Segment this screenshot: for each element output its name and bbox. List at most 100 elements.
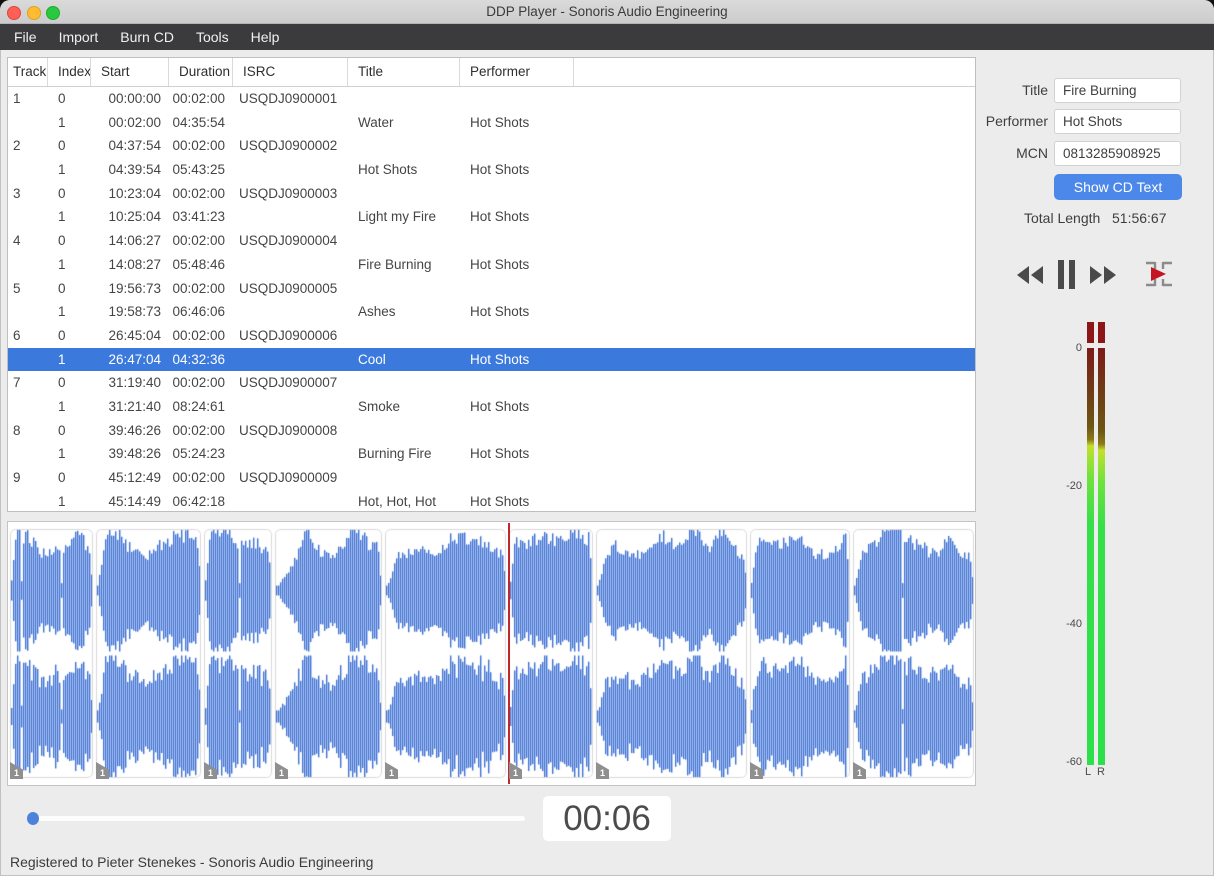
meter-tick-label: 0 xyxy=(1075,342,1082,354)
cell-start: 39:46:26 xyxy=(108,422,161,438)
menu-item-import[interactable]: Import xyxy=(48,24,110,50)
menu-bar: File Import Burn CD Tools Help xyxy=(0,24,1214,50)
cell-performer xyxy=(460,277,574,301)
table-row[interactable]: 1 04:39:54 05:43:25 Hot Shots Hot Shots xyxy=(8,158,975,182)
cell-isrc xyxy=(233,348,348,372)
cell-performer: Hot Shots xyxy=(470,256,530,272)
cell-isrc xyxy=(233,158,348,182)
waveform-canvas[interactable] xyxy=(8,522,975,785)
meter-right-bar xyxy=(1098,348,1105,765)
table-row[interactable]: 1 26:47:04 04:32:36 Cool Hot Shots xyxy=(8,347,975,372)
table-row[interactable]: 7 0 31:19:40 00:02:00 USQDJ0900007 xyxy=(8,371,975,395)
cell-performer: Hot Shots xyxy=(470,162,530,178)
cell-performer: Hot Shots xyxy=(470,114,530,130)
menu-item-tools[interactable]: Tools xyxy=(185,24,240,50)
cell-performer xyxy=(460,182,574,206)
table-row[interactable]: 3 0 10:23:04 00:02:00 USQDJ0900003 xyxy=(8,182,975,206)
table-row[interactable]: 1 19:58:73 06:46:06 Ashes Hot Shots xyxy=(8,300,975,324)
column-header-index: Index xyxy=(48,58,91,86)
cell-start: 14:06:27 xyxy=(108,233,161,249)
cell-performer xyxy=(460,134,574,158)
play-from-marker-button[interactable] xyxy=(1143,258,1175,290)
table-row[interactable]: 6 0 26:45:04 00:02:00 USQDJ0900006 xyxy=(8,324,975,348)
cell-isrc xyxy=(233,300,348,324)
cell-duration: 04:35:54 xyxy=(172,114,225,130)
position-slider-track[interactable] xyxy=(33,816,525,821)
cell-title xyxy=(348,229,460,253)
cell-isrc xyxy=(233,205,348,229)
table-row[interactable]: 2 0 04:37:54 00:02:00 USQDJ0900002 xyxy=(8,134,975,158)
cell-duration: 00:02:00 xyxy=(172,327,225,343)
cell-duration: 00:02:00 xyxy=(172,91,225,106)
cell-duration: 05:43:25 xyxy=(172,162,225,178)
registration-status-text: Registered to Pieter Stenekes - Sonoris … xyxy=(10,854,374,870)
cell-isrc: USQDJ0900004 xyxy=(239,233,338,249)
table-row[interactable]: 5 0 19:56:73 00:02:00 USQDJ0900005 xyxy=(8,277,975,301)
cell-performer: Hot Shots xyxy=(470,209,530,225)
cell-index: 1 xyxy=(58,209,66,225)
table-row[interactable]: 1 39:48:26 05:24:23 Burning Fire Hot Shots xyxy=(8,442,975,466)
performer-field[interactable] xyxy=(1054,109,1181,134)
title-label: Title xyxy=(1022,82,1048,98)
column-header-spacer xyxy=(574,58,975,86)
cell-title xyxy=(348,371,460,395)
cell-title: Water xyxy=(358,114,394,130)
cell-title xyxy=(348,324,460,348)
cell-isrc: USQDJ0900003 xyxy=(239,185,338,201)
cell-index: 1 xyxy=(58,256,66,272)
total-length-value: 51:56:67 xyxy=(1112,210,1167,226)
table-row[interactable]: 9 0 45:12:49 00:02:00 USQDJ0900009 xyxy=(8,466,975,490)
cell-index: 0 xyxy=(58,280,66,296)
cell-start: 26:47:04 xyxy=(108,351,161,367)
mcn-field[interactable] xyxy=(1054,141,1181,166)
menu-item-help[interactable]: Help xyxy=(240,24,291,50)
table-row[interactable]: 1 0 00:00:00 00:02:00 USQDJ0900001 xyxy=(8,87,975,111)
cell-isrc: USQDJ0900008 xyxy=(239,422,338,438)
cell-track xyxy=(8,158,48,182)
meter-tick-label: -20 xyxy=(1066,480,1082,492)
cell-isrc: USQDJ0900002 xyxy=(239,138,338,154)
cell-isrc xyxy=(233,490,348,514)
cell-title xyxy=(348,87,460,111)
rewind-button[interactable] xyxy=(1016,265,1044,285)
cell-performer xyxy=(460,87,574,111)
cell-start: 19:56:73 xyxy=(108,280,161,296)
table-row[interactable]: 1 14:08:27 05:48:46 Fire Burning Hot Shots xyxy=(8,253,975,277)
meter-left-bar xyxy=(1087,348,1094,765)
cell-track: 4 xyxy=(13,233,21,249)
table-row[interactable]: 1 45:14:49 06:42:18 Hot, Hot, Hot Hot Shots xyxy=(8,490,975,514)
menu-item-file[interactable]: File xyxy=(3,24,48,50)
cell-performer: Hot Shots xyxy=(470,304,530,320)
table-row[interactable]: 1 00:02:00 04:35:54 Water Hot Shots xyxy=(8,111,975,135)
menu-item-burn-cd[interactable]: Burn CD xyxy=(109,24,185,50)
cell-title xyxy=(348,419,460,443)
cell-title xyxy=(348,134,460,158)
show-cd-text-button[interactable]: Show CD Text xyxy=(1054,174,1182,200)
cell-title: Hot, Hot, Hot xyxy=(358,493,437,509)
cell-performer: Hot Shots xyxy=(470,351,530,367)
cell-start: 26:45:04 xyxy=(108,327,161,343)
cell-duration: 05:48:46 xyxy=(172,256,225,272)
cell-track xyxy=(8,253,48,277)
table-row[interactable]: 1 31:21:40 08:24:61 Smoke Hot Shots xyxy=(8,395,975,419)
cell-index: 1 xyxy=(58,446,66,462)
waveform-panel[interactable]: 111111111 xyxy=(7,521,976,786)
column-header-track: Track xyxy=(8,58,48,86)
position-slider-thumb[interactable] xyxy=(27,812,39,825)
app-window: DDP Player - Sonoris Audio Engineering F… xyxy=(0,0,1214,876)
cell-track: 9 xyxy=(13,470,21,485)
cell-start: 39:48:26 xyxy=(108,446,161,462)
cell-track xyxy=(8,111,48,135)
title-field[interactable] xyxy=(1054,78,1181,103)
cell-duration: 00:02:00 xyxy=(172,422,225,438)
pause-button[interactable] xyxy=(1058,260,1076,289)
cell-track xyxy=(8,395,48,419)
cell-track xyxy=(8,442,48,466)
table-row[interactable]: 8 0 39:46:26 00:02:00 USQDJ0900008 xyxy=(8,419,975,443)
cell-start: 45:14:49 xyxy=(108,493,161,509)
column-header-performer: Performer xyxy=(460,58,574,86)
column-header-start: Start xyxy=(91,58,169,86)
fast-forward-button[interactable] xyxy=(1089,265,1117,285)
table-row[interactable]: 4 0 14:06:27 00:02:00 USQDJ0900004 xyxy=(8,229,975,253)
table-row[interactable]: 1 10:25:04 03:41:23 Light my Fire Hot Shots xyxy=(8,205,975,229)
